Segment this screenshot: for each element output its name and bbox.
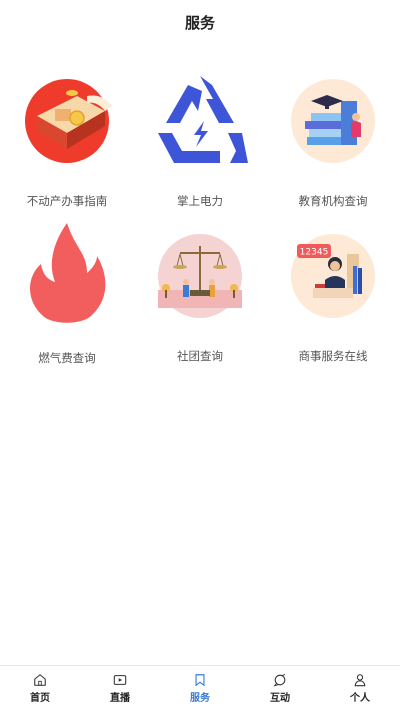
justice-scale-icon — [150, 226, 250, 326]
tab-label: 个人 — [350, 692, 370, 704]
tab-label: 首页 — [30, 692, 50, 704]
service-tile-power[interactable]: 掌上电力 — [133, 63, 267, 213]
power-recycle-icon — [150, 71, 250, 171]
service-tile-business[interactable]: 12345 商事服务在线 — [266, 218, 400, 368]
chat-icon — [273, 673, 286, 687]
tv-play-icon — [113, 674, 127, 685]
flame-icon — [17, 218, 117, 323]
tab-home[interactable]: 首页 — [0, 666, 80, 710]
service-label: 教育机构查询 — [298, 194, 368, 208]
service-tile-education[interactable]: 教育机构查询 — [266, 63, 400, 213]
service-label: 不动产办事指南 — [26, 194, 108, 208]
education-books-icon — [283, 71, 383, 171]
tab-label: 互动 — [270, 692, 290, 704]
person-icon — [354, 673, 366, 686]
service-label: 掌上电力 — [177, 194, 223, 208]
property-guide-icon — [17, 71, 117, 171]
hotline-badge-text: 12345 — [300, 248, 329, 258]
tab-profile[interactable]: 个人 — [320, 666, 400, 710]
tab-live[interactable]: 直播 — [80, 666, 160, 710]
bookmark-icon — [195, 673, 205, 686]
tab-label: 直播 — [110, 692, 130, 704]
tab-interact[interactable]: 互动 — [240, 666, 320, 710]
service-tile-property[interactable]: 不动产办事指南 — [0, 63, 134, 213]
tab-label: 服务 — [190, 692, 210, 704]
service-tile-association[interactable]: 社团查询 — [133, 218, 267, 368]
home-icon — [34, 673, 46, 686]
hotline-12345-icon: 12345 — [283, 226, 383, 326]
header: 服务 — [0, 0, 400, 44]
tab-services[interactable]: 服务 — [160, 666, 240, 710]
bottom-tab-bar: 首页 直播 服务 互动 个人 — [0, 665, 400, 710]
service-label: 燃气费查询 — [38, 351, 96, 365]
page-title: 服务 — [184, 13, 215, 32]
service-label: 社团查询 — [177, 349, 223, 363]
service-label: 商事服务在线 — [298, 349, 368, 363]
service-tile-gas[interactable]: 燃气费查询 — [0, 218, 134, 368]
